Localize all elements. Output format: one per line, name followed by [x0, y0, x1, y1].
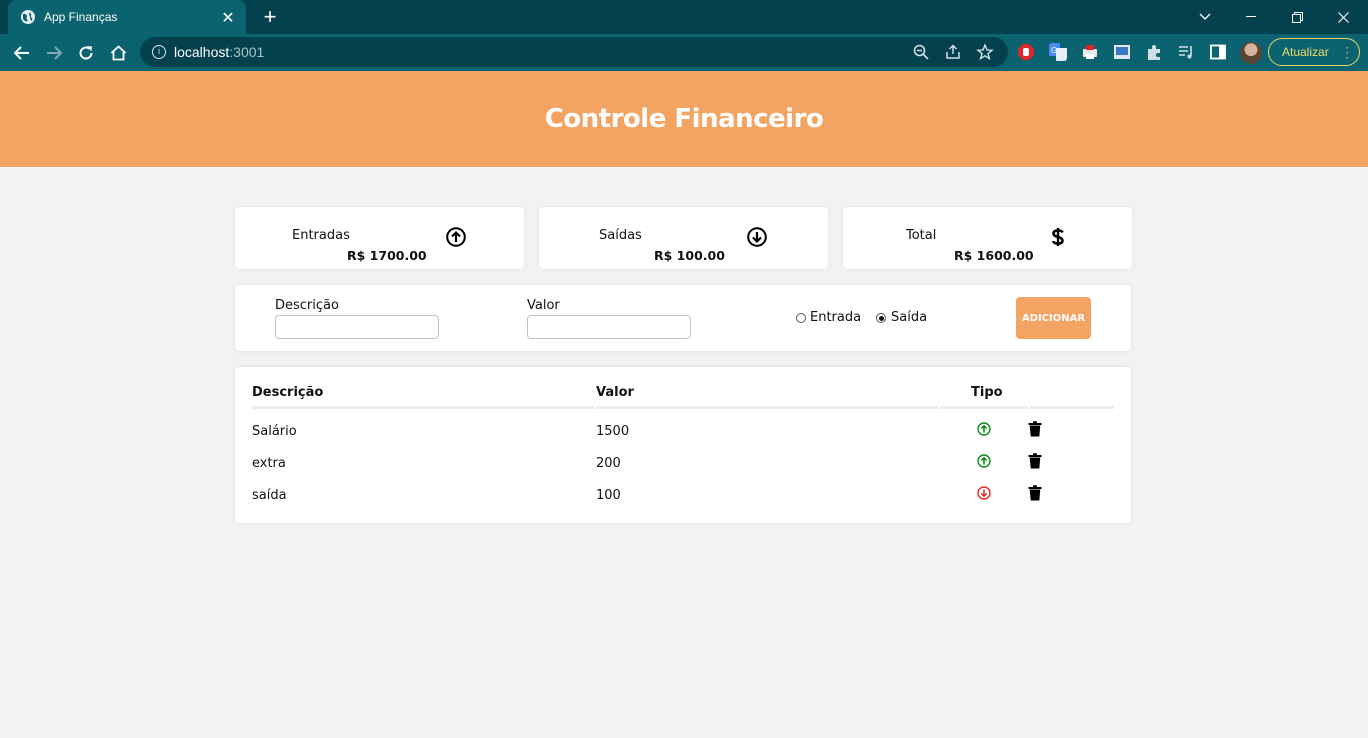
site-info-icon[interactable]: i	[152, 45, 166, 59]
reload-icon[interactable]	[72, 39, 100, 67]
home-icon[interactable]	[104, 39, 132, 67]
bookmark-star-icon[interactable]	[976, 43, 994, 61]
url-host: localhost	[174, 44, 230, 60]
expense-card: Saídas R$ 100.00	[539, 207, 828, 269]
row-description: Salário	[252, 424, 297, 439]
radio-expense-label[interactable]: Saída	[891, 310, 927, 325]
close-window-icon[interactable]	[1320, 0, 1366, 34]
tab-close-icon[interactable]: ✕	[220, 8, 236, 27]
svg-text:G: G	[1051, 46, 1057, 55]
browser-tab-strip: App Finanças ✕ +	[0, 0, 1368, 34]
transaction-form: Descrição Valor Entrada Saída ADICIONAR	[235, 285, 1131, 351]
dollar-icon	[1052, 228, 1064, 246]
row-amount: 200	[596, 456, 621, 471]
address-bar[interactable]: i localhost:3001	[140, 37, 1008, 67]
browser-toolbar: i localhost:3001 G Atualizar · · ·	[0, 34, 1368, 71]
description-label: Descrição	[275, 298, 339, 313]
description-input[interactable]	[275, 315, 439, 339]
minimize-icon[interactable]	[1228, 0, 1274, 34]
tab-title: App Finanças	[44, 10, 118, 24]
app-header: Controle Financeiro	[0, 71, 1368, 167]
header-description: Descrição	[252, 385, 324, 400]
arrow-circle-up-icon	[446, 227, 466, 247]
url-port: :3001	[229, 44, 265, 60]
radio-income[interactable]	[796, 313, 806, 323]
trash-icon[interactable]	[1028, 453, 1042, 469]
header-type: Tipo	[971, 385, 1003, 400]
tab-search-chevron-icon[interactable]	[1182, 0, 1228, 34]
update-label: Atualizar	[1282, 45, 1329, 59]
amount-label: Valor	[527, 298, 560, 313]
add-button[interactable]: ADICIONAR	[1016, 297, 1091, 339]
row-amount: 1500	[596, 424, 630, 439]
income-label: Entradas	[292, 228, 350, 243]
printer-extension-icon[interactable]	[1081, 43, 1099, 61]
income-card: Entradas R$ 1700.00	[235, 207, 524, 269]
globe-icon	[21, 10, 35, 24]
media-control-icon[interactable]	[1177, 43, 1195, 61]
income-arrow-icon	[977, 454, 991, 468]
total-value: R$ 1600.00	[954, 248, 1034, 263]
restore-icon[interactable]	[1274, 0, 1320, 34]
extensions-puzzle-icon[interactable]	[1145, 43, 1163, 61]
header-amount: Valor	[596, 385, 634, 400]
adblock-extension-icon[interactable]	[1017, 43, 1035, 61]
side-panel-icon[interactable]	[1209, 43, 1227, 61]
row-description: saída	[252, 488, 287, 503]
share-icon[interactable]	[944, 43, 962, 61]
radio-income-label[interactable]: Entrada	[810, 310, 861, 325]
total-card: Total R$ 1600.00	[843, 207, 1132, 269]
browser-tab[interactable]: App Finanças ✕	[8, 0, 246, 34]
row-amount: 100	[596, 488, 621, 503]
amount-input[interactable]	[527, 315, 691, 339]
trash-icon[interactable]	[1028, 485, 1042, 501]
trash-icon[interactable]	[1028, 421, 1042, 437]
header-divider	[940, 406, 1028, 409]
profile-avatar[interactable]	[1240, 42, 1262, 64]
income-arrow-icon	[977, 422, 991, 436]
expense-label: Saídas	[599, 228, 642, 243]
menu-dots-icon[interactable]: · · ·	[1345, 41, 1349, 63]
translate-extension-icon[interactable]: G	[1049, 43, 1067, 61]
transactions-table: Descrição Valor Tipo Salário 1500 extra …	[235, 367, 1131, 523]
zoom-icon[interactable]	[912, 43, 930, 61]
income-value: R$ 1700.00	[347, 248, 427, 263]
update-browser-button[interactable]: Atualizar · · ·	[1268, 38, 1360, 66]
new-tab-button[interactable]: +	[260, 6, 280, 28]
arrow-circle-down-icon	[747, 227, 767, 247]
app-title: Controle Financeiro	[544, 104, 824, 134]
header-divider	[252, 406, 594, 409]
total-label: Total	[906, 228, 937, 243]
header-divider	[1030, 406, 1114, 409]
image-extension-icon[interactable]	[1113, 43, 1131, 61]
expense-value: R$ 100.00	[654, 248, 725, 263]
radio-expense[interactable]	[876, 313, 886, 323]
back-arrow-icon[interactable]	[8, 39, 36, 67]
header-divider	[596, 406, 938, 409]
expense-arrow-icon	[977, 486, 991, 500]
row-description: extra	[252, 456, 286, 471]
forward-arrow-icon[interactable]	[40, 39, 68, 67]
